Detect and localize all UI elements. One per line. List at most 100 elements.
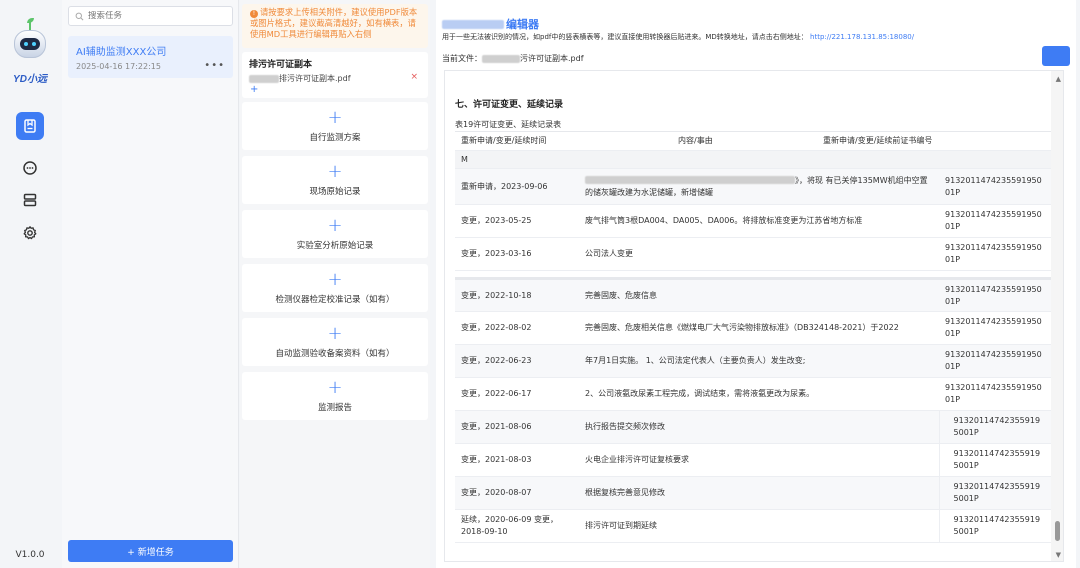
table-cell: 913201147423559195001P <box>938 410 1052 444</box>
change-record-table: 重新申请/变更/延续时间 内容/事由 重新申请/变更/延续前证书编号 M 重新申… <box>455 131 1052 543</box>
upload-card-label: 实验室分析原始记录 <box>296 241 374 251</box>
upload-card-label: 现场原始记录 <box>309 187 361 197</box>
scroll-up-icon[interactable]: ▲ <box>1056 75 1061 83</box>
plus-icon: + <box>327 377 343 398</box>
table-row: 变更，2023-05-25 废气排气筒3根DA004、DA005、DA006。将… <box>455 204 1052 238</box>
materials-panel: ! 请按要求上传相关附件，建议使用PDF版本或图片格式，建议截高清越好，如有横表，… <box>240 0 430 568</box>
nav-rail: YD小远 V1.0.0 <box>0 0 60 568</box>
table-row: M <box>455 150 1052 169</box>
table-row: 变更，2021-08-03 火电企业排污许可证复核要求 913201147423… <box>455 443 1052 477</box>
nav-item-document[interactable] <box>16 112 44 140</box>
redacted-block <box>442 19 504 29</box>
remove-file-icon[interactable]: × <box>410 72 418 82</box>
table-cell: 913201147423559195001P <box>938 476 1052 510</box>
table-caption: 表19许可证变更、延续记录表 <box>455 120 562 129</box>
table-header-row: 重新申请/变更/延续时间 内容/事由 重新申请/变更/延续前证书编号 <box>455 131 1052 151</box>
table-cell: 2、公司液氨改尿素工程完成，调试结束，需将液氨更改为尿素。 <box>579 377 940 411</box>
redacted-block <box>585 176 795 184</box>
table-row: 变更，2022-06-17 2、公司液氨改尿素工程完成，调试结束，需将液氨更改为… <box>455 377 1052 411</box>
table-cell: 变更，2023-03-16 <box>455 237 579 271</box>
scrollbar-thumb[interactable] <box>1055 521 1060 541</box>
table-cell: 公司法人变更 <box>579 237 940 271</box>
version-label: V1.0.0 <box>15 550 45 560</box>
table-cell: 变更，2021-08-06 <box>455 410 579 444</box>
table-cell: 排污许可证到期延续 <box>579 509 940 543</box>
add-file-icon[interactable]: + <box>250 84 258 95</box>
table-cell: 变更，2023-05-25 <box>455 204 579 238</box>
editor-description: 用于一些无法被识别的情况，如pdf中的竖表横表等，建议直接使用转换器后贴进来。M… <box>442 33 915 41</box>
gear-icon <box>23 226 37 240</box>
table-row: 变更，2023-03-16 公司法人变更 9132011474235591950… <box>455 237 1052 271</box>
table-divider <box>455 270 1052 280</box>
logo-text: YD小远 <box>13 74 47 85</box>
add-task-button[interactable]: + 新增任务 <box>68 540 233 562</box>
redacted-block <box>482 54 520 63</box>
chat-icon <box>23 161 37 175</box>
document-scrollbar[interactable]: ▲ ▼ <box>1051 71 1063 561</box>
table-cell: 废气排气筒3根DA004、DA005、DA006。将排放标准变更为江苏省地方标准 <box>579 204 940 238</box>
converter-link[interactable]: http://221.178.131.85:18080/ <box>810 33 914 41</box>
table-cell: 913201147423559195001P <box>939 278 1052 312</box>
upload-card-field-records[interactable]: + 现场原始记录 <box>242 156 428 204</box>
upload-card-label: 自行监测方案 <box>309 133 361 143</box>
table-cell: 913201147423559195001P <box>939 344 1052 378</box>
sprout-icon <box>27 18 34 30</box>
table-row: 变更，2022-08-02 完善固废、危废相关信息《燃煤电厂大气污染物排放标准》… <box>455 311 1052 345</box>
submit-button[interactable] <box>1042 46 1070 66</box>
table-cell: 913201147423559195001P <box>939 311 1052 345</box>
upload-card-monitoring-plan[interactable]: + 自行监测方案 <box>242 102 428 150</box>
scroll-down-icon[interactable]: ▼ <box>1056 551 1061 559</box>
table-cell: 完善固废、危废信息 <box>579 278 940 312</box>
task-item[interactable]: AI辅助监测XXX公司 2025-04-16 17:22:15 ••• <box>68 36 233 78</box>
editor-title: 编辑器 <box>442 16 539 32</box>
table-cell: 年7月1日实施。 1、公司法定代表人（主要负责人）发生改变; <box>579 344 940 378</box>
upload-card-auto-monitoring[interactable]: + 自动监测验收备案资料（如有） <box>242 318 428 366</box>
table-row: 变更，2022-06-23 年7月1日实施。 1、公司法定代表人（主要负责人）发… <box>455 344 1052 378</box>
upload-card-label: 监测报告 <box>317 403 352 413</box>
plus-icon: + <box>327 161 343 182</box>
plus-icon: + <box>327 215 343 236</box>
table-cell: 执行报告提交频次修改 <box>579 410 940 444</box>
permit-file-name: 排污许可证副本.pdf <box>279 74 351 83</box>
table-cell: 变更，2022-10-18 <box>455 278 579 312</box>
warning-icon: ! <box>250 10 258 18</box>
task-time: 2025-04-16 17:22:15 <box>76 62 161 71</box>
app-logo[interactable]: YD小远 <box>8 18 52 85</box>
table-cell: 变更，2022-06-23 <box>455 344 579 378</box>
nav-item-settings[interactable] <box>16 219 44 247</box>
upload-card-label: 检测仪器检定校准记录（如有） <box>275 295 395 305</box>
table-cell: 变更，2021-08-03 <box>455 443 579 477</box>
table-row: 重新申请，2023-09-06 》，将现 有已关停135MW机组中空置的储灰罐改… <box>455 168 1052 205</box>
table-cell: 913201147423559195001P <box>938 509 1052 543</box>
upload-card-lab-records[interactable]: + 实验室分析原始记录 <box>242 210 428 258</box>
permit-file[interactable]: 排污许可证副本.pdf <box>249 73 421 84</box>
robot-icon <box>14 30 46 58</box>
permit-card: 排污许可证副本 排污许可证副本.pdf × + <box>242 52 428 98</box>
search-input[interactable] <box>88 11 228 21</box>
search-icon <box>75 12 84 20</box>
permit-title: 排污许可证副本 <box>249 60 313 70</box>
section-title: 七、许可证变更、延续记录 <box>455 100 564 110</box>
upload-card-report[interactable]: + 监测报告 <box>242 372 428 420</box>
more-icon[interactable]: ••• <box>204 60 225 71</box>
task-panel: AI辅助监测XXX公司 2025-04-16 17:22:15 ••• + 新增… <box>62 0 239 568</box>
search-box[interactable] <box>68 6 233 26</box>
plus-icon: + <box>327 107 343 128</box>
table-row: 延续，2020-06-09 变更，2018-09-10 排污许可证到期延续 91… <box>455 509 1052 543</box>
nav-item-chat[interactable] <box>16 154 44 182</box>
column-header: 重新申请/变更/延续时间 <box>455 131 673 151</box>
table-row: 变更，2022-10-18 完善固废、危废信息 9132011474235591… <box>455 278 1052 312</box>
nav-item-storage[interactable] <box>16 186 44 214</box>
table-cell: 》，将现 有已关停135MW机组中空置的储灰罐改建为水泥储罐，新增储罐 <box>579 168 940 205</box>
table-cell: 变更，2022-08-02 <box>455 311 579 345</box>
storage-icon <box>23 193 37 207</box>
table-row: 变更，2021-08-06 执行报告提交频次修改 913201147423559… <box>455 410 1052 444</box>
column-header: 内容/事由 <box>672 131 818 151</box>
notice-text: 请按要求上传相关附件，建议使用PDF版本或图片格式，建议截高清越好，如有横表，请… <box>250 7 418 39</box>
table-cell: 913201147423559195001P <box>939 204 1052 238</box>
document-editor[interactable]: 七、许可证变更、延续记录 表19许可证变更、延续记录表 重新申请/变更/延续时间… <box>444 70 1064 562</box>
upload-card-calibration[interactable]: + 检测仪器检定校准记录（如有） <box>242 264 428 312</box>
table-cell: 火电企业排污许可证复核要求 <box>579 443 940 477</box>
editor-panel: 编辑器 用于一些无法被识别的情况，如pdf中的竖表横表等，建议直接使用转换器后贴… <box>436 0 1076 568</box>
table-cell: 913201147423559195001P <box>939 168 1052 205</box>
